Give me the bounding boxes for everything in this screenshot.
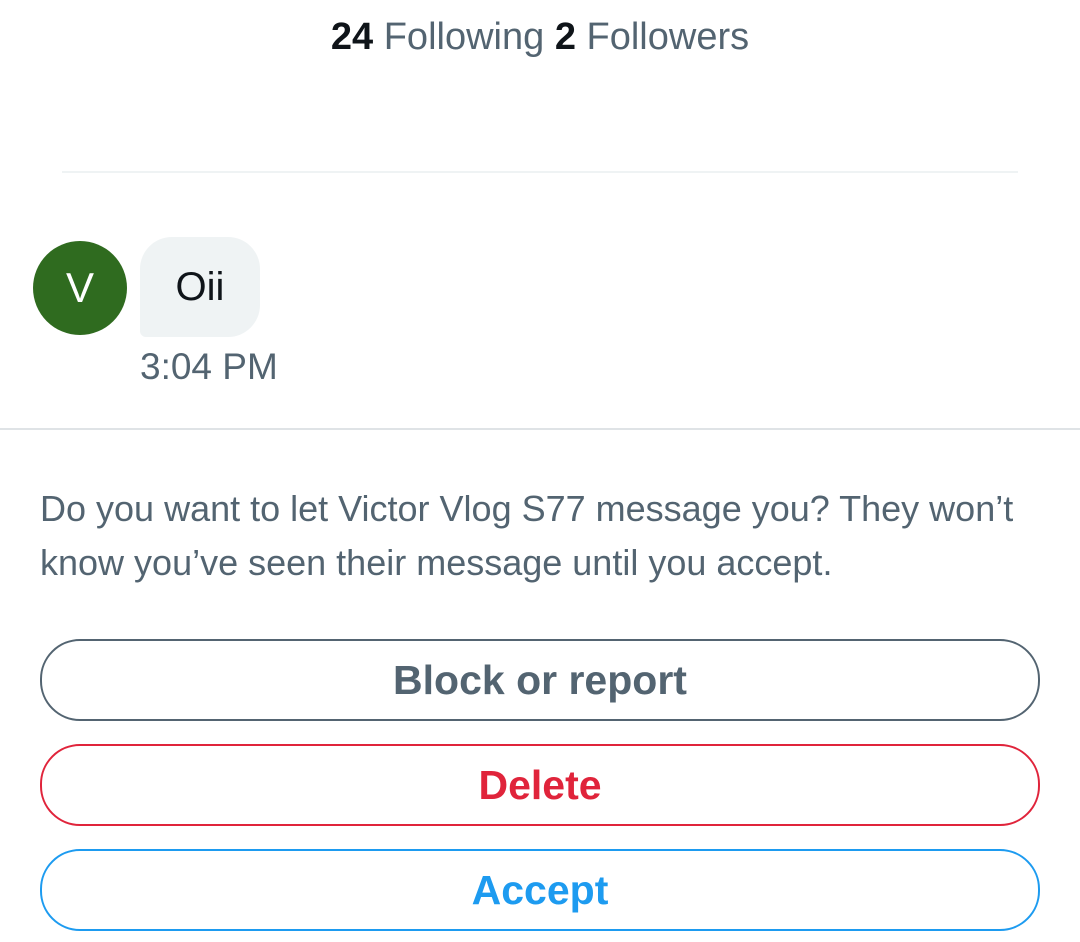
- block-or-report-button[interactable]: Block or report: [40, 639, 1040, 721]
- message-request-screen: 24 Following 2 Followers V Oii 3:04 PM D…: [0, 0, 1080, 942]
- followers-label[interactable]: Followers: [587, 16, 750, 58]
- section-divider: [62, 171, 1018, 173]
- avatar[interactable]: V: [33, 241, 127, 335]
- following-label[interactable]: Following: [384, 16, 545, 58]
- avatar-initial: V: [65, 264, 94, 311]
- accept-button[interactable]: Accept: [40, 849, 1040, 931]
- followers-count[interactable]: 2: [555, 16, 576, 58]
- profile-stats: 24 Following 2 Followers: [0, 12, 1080, 62]
- request-prompt: Do you want to let Victor Vlog S77 messa…: [40, 488, 1014, 583]
- message-text: Oii: [175, 265, 225, 309]
- following-count[interactable]: 24: [331, 16, 373, 58]
- request-divider: [0, 428, 1080, 430]
- delete-button[interactable]: Delete: [40, 744, 1040, 826]
- message-timestamp: 3:04 PM: [140, 346, 278, 387]
- message-bubble[interactable]: Oii: [140, 237, 260, 337]
